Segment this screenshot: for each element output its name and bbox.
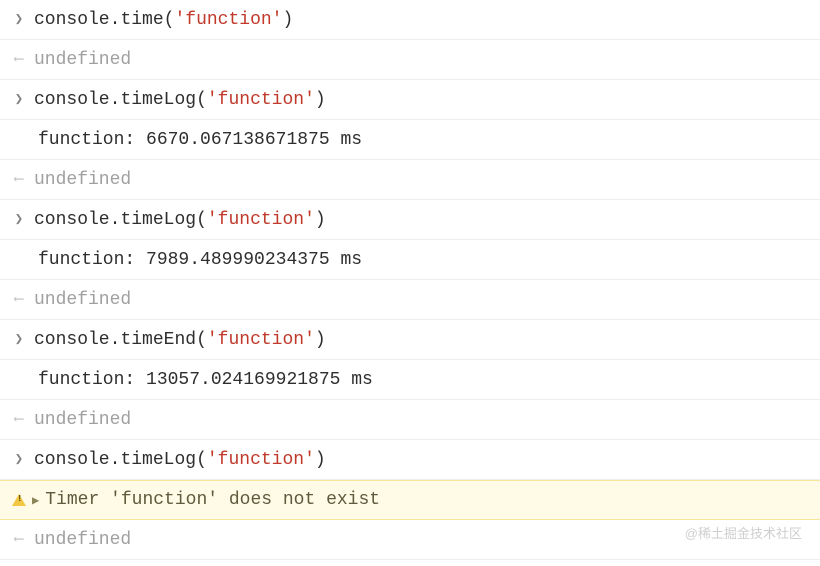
watermark-text: @稀土掘金技术社区	[685, 523, 802, 542]
console-log-row: function: 6670.067138671875 ms	[0, 120, 820, 160]
timer-output: function: 7989.489990234375 ms	[8, 250, 362, 270]
return-arrow-icon: ⟵	[8, 51, 30, 68]
method: time	[120, 10, 163, 30]
method: timeLog	[120, 210, 196, 230]
console-input-row[interactable]: ❯ console.timeLog('function')	[0, 80, 820, 120]
obj: console	[34, 90, 110, 110]
console-return-row: ⟵ undefined	[0, 160, 820, 200]
code-line: console.timeEnd('function')	[30, 330, 326, 350]
warning-message: Timer 'function' does not exist	[45, 490, 380, 510]
string-arg: 'function'	[207, 210, 315, 230]
console-log-row: function: 7989.489990234375 ms	[0, 240, 820, 280]
dot: .	[110, 450, 121, 470]
warning-icon	[8, 494, 30, 506]
console-return-row: ⟵ undefined	[0, 280, 820, 320]
undefined-value: undefined	[30, 530, 131, 550]
rparen: )	[315, 210, 326, 230]
timer-output: function: 6670.067138671875 ms	[8, 130, 362, 150]
code-line: console.time('function')	[30, 10, 293, 30]
console-log-row: function: 13057.024169921875 ms	[0, 360, 820, 400]
console-input-row[interactable]: ❯ console.timeLog('function')	[0, 440, 820, 480]
obj: console	[34, 210, 110, 230]
code-line: console.timeLog('function')	[30, 90, 326, 110]
code-line: console.timeLog('function')	[30, 450, 326, 470]
rparen: )	[283, 10, 294, 30]
timer-output: function: 13057.024169921875 ms	[8, 370, 373, 390]
lparen: (	[196, 210, 207, 230]
lparen: (	[196, 90, 207, 110]
lparen: (	[164, 10, 175, 30]
obj: console	[34, 450, 110, 470]
lparen: (	[196, 330, 207, 350]
string-arg: 'function'	[207, 330, 315, 350]
obj: console	[34, 330, 110, 350]
input-arrow-icon: ❯	[8, 451, 30, 468]
console-input-row[interactable]: ❯ console.timeEnd('function')	[0, 320, 820, 360]
undefined-value: undefined	[30, 290, 131, 310]
rparen: )	[315, 90, 326, 110]
return-arrow-icon: ⟵	[8, 291, 30, 308]
method: timeLog	[120, 90, 196, 110]
input-arrow-icon: ❯	[8, 331, 30, 348]
method: timeEnd	[120, 330, 196, 350]
dot: .	[110, 10, 121, 30]
code-line: console.timeLog('function')	[30, 210, 326, 230]
rparen: )	[315, 450, 326, 470]
console-return-row: ⟵ undefined	[0, 40, 820, 80]
obj: console	[34, 10, 110, 30]
dot: .	[110, 330, 121, 350]
string-arg: 'function'	[174, 10, 282, 30]
expand-caret-icon[interactable]: ▶	[30, 493, 45, 508]
undefined-value: undefined	[30, 50, 131, 70]
input-arrow-icon: ❯	[8, 91, 30, 108]
rparen: )	[315, 330, 326, 350]
return-arrow-icon: ⟵	[8, 171, 30, 188]
dot: .	[110, 90, 121, 110]
string-arg: 'function'	[207, 450, 315, 470]
console-input-row[interactable]: ❯ console.timeLog('function')	[0, 200, 820, 240]
undefined-value: undefined	[30, 410, 131, 430]
console-warning-row[interactable]: ▶ Timer 'function' does not exist	[0, 480, 820, 520]
string-arg: 'function'	[207, 90, 315, 110]
return-arrow-icon: ⟵	[8, 531, 30, 548]
undefined-value: undefined	[30, 170, 131, 190]
console-return-row: ⟵ undefined	[0, 400, 820, 440]
return-arrow-icon: ⟵	[8, 411, 30, 428]
console-input-row[interactable]: ❯ console.time('function')	[0, 0, 820, 40]
lparen: (	[196, 450, 207, 470]
input-arrow-icon: ❯	[8, 11, 30, 28]
method: timeLog	[120, 450, 196, 470]
input-arrow-icon: ❯	[8, 211, 30, 228]
dot: .	[110, 210, 121, 230]
